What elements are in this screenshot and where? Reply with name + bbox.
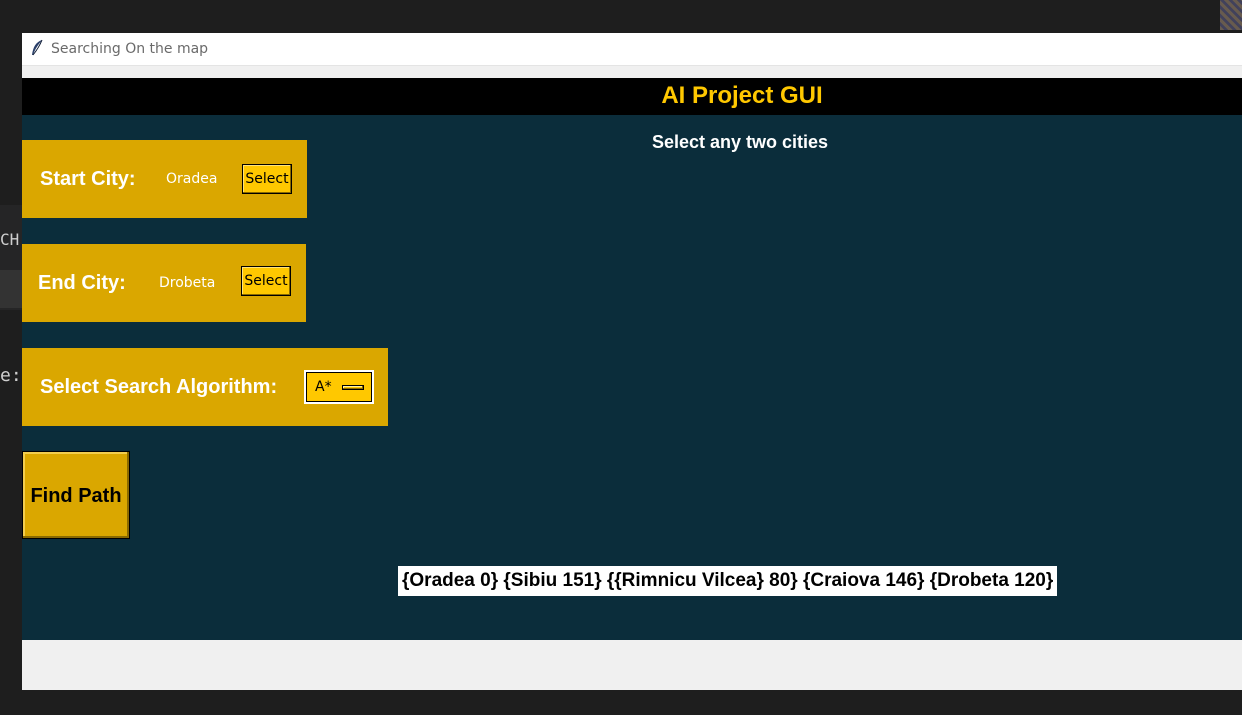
dropdown-indicator-icon xyxy=(342,385,364,390)
algorithm-panel: Select Search Algorithm: A* xyxy=(22,348,388,426)
background-text-fragment: CH xyxy=(0,230,20,249)
header-title: AI Project GUI xyxy=(661,82,823,109)
start-city-panel: Start City: Oradea Select xyxy=(22,140,307,218)
end-city-select-button[interactable]: Select xyxy=(241,266,291,296)
start-city-label: Start City: xyxy=(40,168,136,190)
algorithm-dropdown[interactable]: A* xyxy=(304,370,374,404)
app-window: Searching On the map AI Project GUI Sele… xyxy=(22,33,1242,690)
start-city-value: Oradea xyxy=(166,171,218,187)
corner-thumbnail xyxy=(1220,0,1242,30)
window-title: Searching On the map xyxy=(51,41,209,57)
feather-icon xyxy=(32,39,43,56)
background-text-fragment: e: xyxy=(0,365,22,386)
start-city-select-button[interactable]: Select xyxy=(242,164,292,194)
instruction-text: Select any two cities xyxy=(652,132,829,152)
algorithm-label: Select Search Algorithm: xyxy=(40,376,278,398)
title-bar[interactable]: Searching On the map xyxy=(22,33,1242,66)
map-canvas: Select any two cities Start City: Oradea… xyxy=(22,115,1242,640)
find-path-button[interactable]: Find Path xyxy=(22,451,130,539)
end-city-value: Drobeta xyxy=(159,275,216,291)
app-header: AI Project GUI xyxy=(22,78,1242,115)
background-editor-input xyxy=(0,270,22,308)
end-city-label: End City: xyxy=(38,272,126,294)
end-city-panel: End City: Drobeta Select xyxy=(22,244,306,322)
result-path-text: {Oradea 0} {Sibiu 151} {{Rimnicu Vilcea}… xyxy=(398,566,1058,596)
algorithm-selected-value: A* xyxy=(315,379,332,395)
